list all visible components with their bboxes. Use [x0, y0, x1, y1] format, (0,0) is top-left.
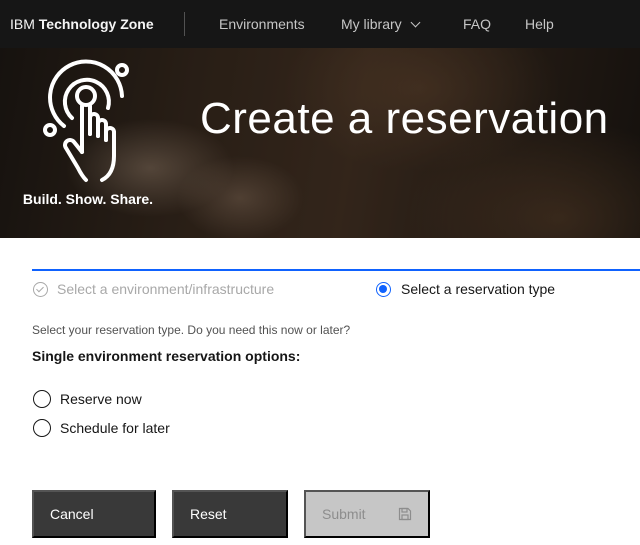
page-title: Create a reservation: [200, 94, 609, 143]
checkmark-outline-icon: [33, 281, 48, 297]
hero-banner: Build. Show. Share. Create a reservation: [0, 48, 640, 238]
options-legend: Single environment reservation options:: [32, 348, 301, 364]
nav-faq[interactable]: FAQ: [463, 0, 491, 48]
cancel-button[interactable]: Cancel: [32, 490, 156, 538]
helper-text: Select your reservation type. Do you nee…: [32, 323, 351, 337]
reset-button[interactable]: Reset: [172, 490, 288, 538]
radio-label: Schedule for later: [60, 420, 170, 436]
chevron-down-icon: [410, 17, 421, 28]
radio-selected-icon: [376, 281, 391, 297]
radio-reserve-now[interactable]: Reserve now: [33, 389, 142, 409]
touch-hand-icon: [43, 59, 129, 182]
save-icon: [398, 507, 412, 521]
radio-label: Reserve now: [60, 391, 142, 407]
nav-help[interactable]: Help: [525, 0, 554, 48]
nav-my-library-label: My library: [341, 16, 402, 32]
progress-step-environment[interactable]: Select a environment/infrastructure: [33, 280, 274, 298]
nav-my-library[interactable]: My library: [341, 0, 421, 48]
progress-step-label: Select a environment/infrastructure: [57, 281, 275, 297]
radio-button[interactable]: [33, 390, 51, 408]
submit-button[interactable]: Submit: [304, 490, 430, 538]
progress-bar: [32, 269, 640, 271]
hero-tagline: Build. Show. Share.: [22, 191, 154, 207]
top-navigation: IBM Technology Zone Environments My libr…: [0, 0, 640, 48]
radio-schedule-later[interactable]: Schedule for later: [33, 418, 170, 438]
progress-step-label: Select a reservation type: [401, 281, 556, 297]
progress-step-reservation-type: Select a reservation type: [375, 280, 555, 298]
submit-label: Submit: [322, 506, 366, 522]
radio-button[interactable]: [33, 419, 51, 437]
brand-prefix: IBM: [10, 16, 35, 32]
nav-environments[interactable]: Environments: [219, 0, 305, 48]
brand-name: Technology Zone: [38, 16, 154, 32]
brand-logo[interactable]: IBM Technology Zone: [0, 12, 185, 36]
